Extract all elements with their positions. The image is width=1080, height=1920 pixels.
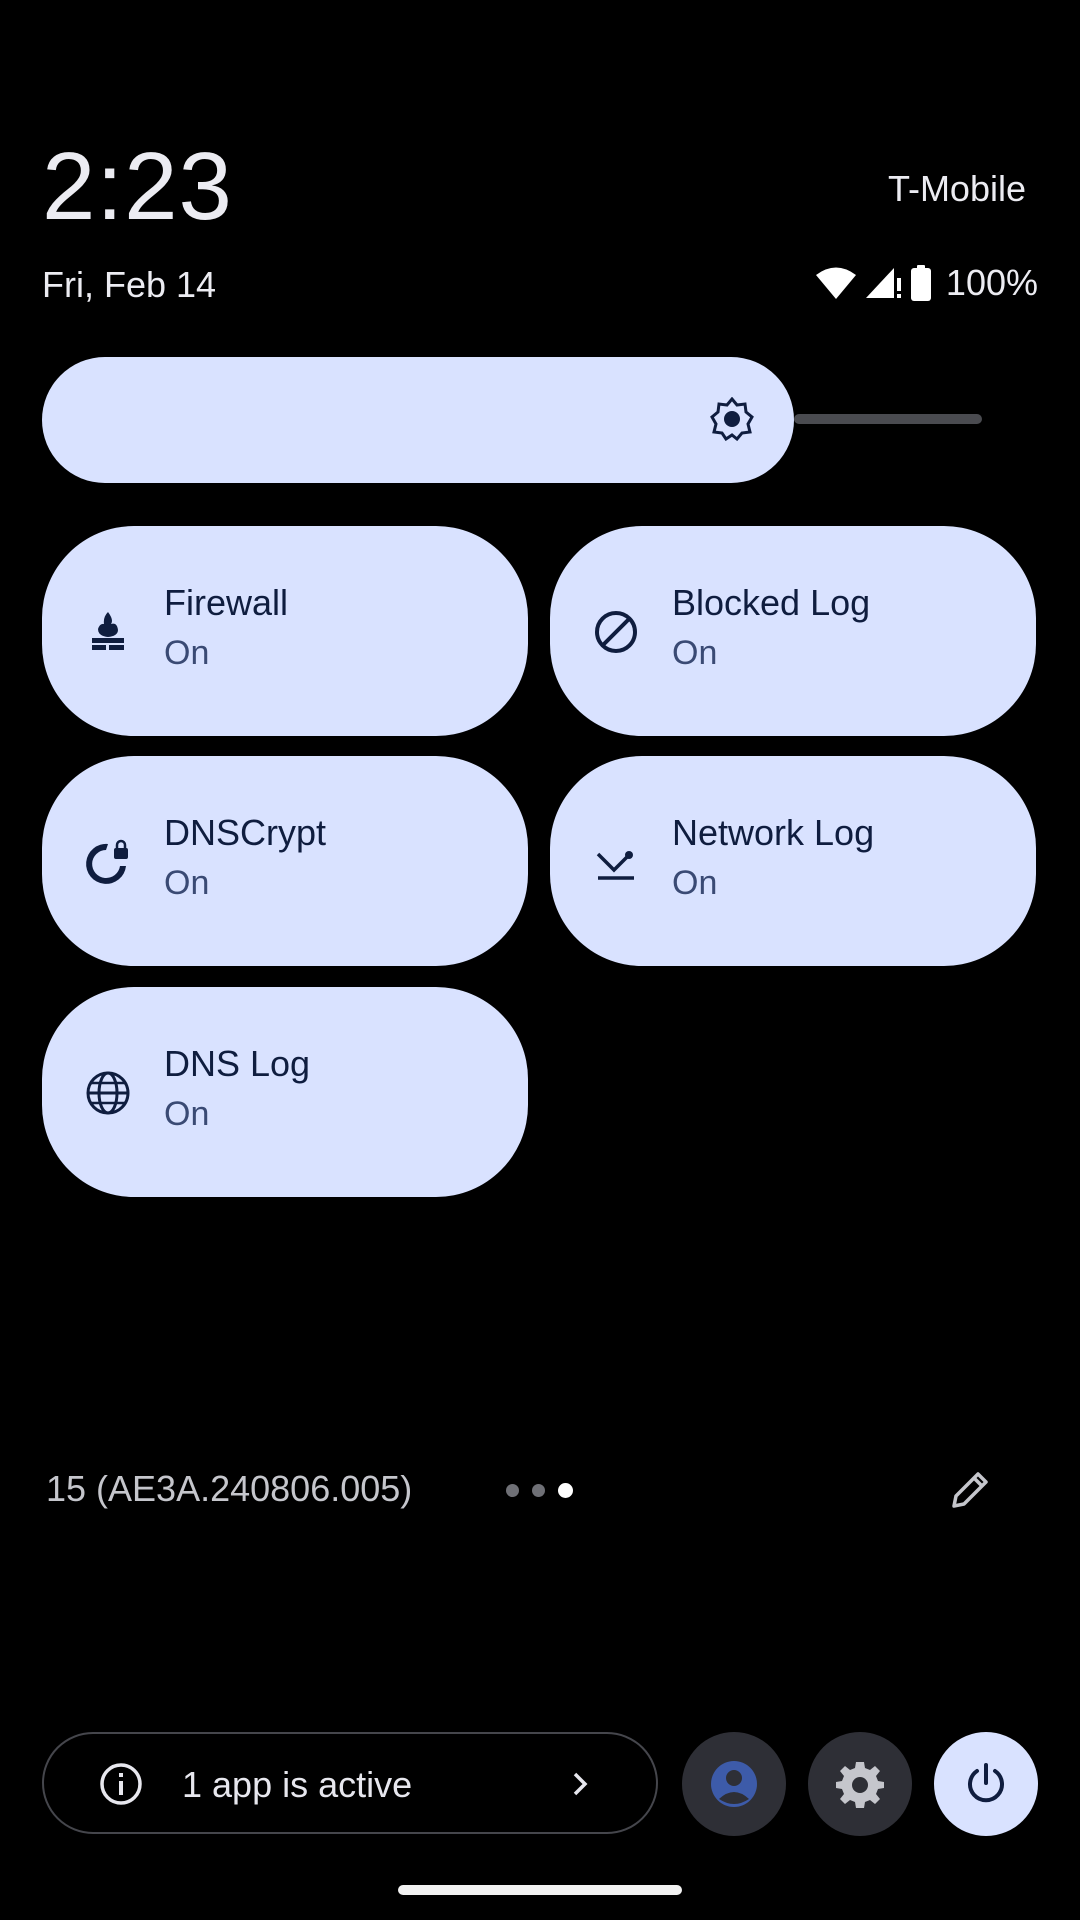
clock[interactable]: 2:23	[42, 132, 233, 242]
tile-state: On	[672, 864, 718, 902]
globe-icon	[86, 1071, 130, 1115]
power-icon	[968, 1763, 1004, 1803]
active-apps-button[interactable]: 1 app is active	[42, 1732, 658, 1834]
edit-icon[interactable]	[946, 1468, 992, 1514]
carrier-name: T-Mobile	[887, 168, 1026, 209]
build-number[interactable]: 15 (AE3A.240806.005)	[46, 1468, 412, 1510]
wifi-icon	[815, 267, 856, 299]
page-dot	[532, 1484, 545, 1497]
tile-label: DNS Log	[164, 1043, 311, 1084]
page-dot-active	[558, 1483, 573, 1498]
settings-button[interactable]	[808, 1732, 912, 1836]
brightness-slider[interactable]	[42, 357, 794, 483]
tile-network-log[interactable]: Network Log On	[550, 756, 1036, 966]
firewall-icon	[92, 612, 124, 650]
tile-dnscrypt[interactable]: DNSCrypt On	[42, 756, 528, 966]
tile-state: On	[164, 1095, 210, 1133]
tile-blocked-log[interactable]: Blocked Log On	[550, 526, 1036, 736]
active-apps-label: 1 app is active	[182, 1764, 413, 1805]
user-switcher-button[interactable]	[682, 1732, 786, 1836]
info-icon	[100, 1763, 142, 1805]
page-indicator	[506, 1483, 573, 1498]
battery-icon	[910, 265, 931, 301]
gear-icon	[836, 1762, 884, 1808]
battery-percentage: 100%	[945, 262, 1038, 303]
cell-signal-icon	[865, 268, 901, 298]
status-icons: 100%	[815, 262, 1038, 304]
tile-label: Network Log	[672, 812, 875, 853]
chevron-right-icon	[573, 1772, 588, 1796]
tile-state: On	[672, 634, 718, 672]
tile-firewall[interactable]: Firewall On	[42, 526, 528, 736]
tile-label: Blocked Log	[672, 582, 871, 623]
brightness-slider-track[interactable]	[794, 414, 982, 424]
tile-dns-log[interactable]: DNS Log On	[42, 987, 528, 1197]
home-indicator[interactable]	[398, 1885, 682, 1895]
user-icon	[711, 1761, 757, 1807]
block-icon	[595, 611, 637, 653]
network-log-icon	[596, 851, 634, 880]
tile-state: On	[164, 864, 210, 902]
date[interactable]: Fri, Feb 14	[42, 264, 216, 306]
tile-label: Firewall	[164, 582, 289, 623]
page-dot	[506, 1484, 519, 1497]
brightness-icon	[710, 397, 754, 441]
power-button[interactable]	[934, 1732, 1038, 1836]
tile-label: DNSCrypt	[164, 812, 327, 853]
tile-state: On	[164, 634, 210, 672]
globe-lock-icon	[86, 839, 128, 884]
